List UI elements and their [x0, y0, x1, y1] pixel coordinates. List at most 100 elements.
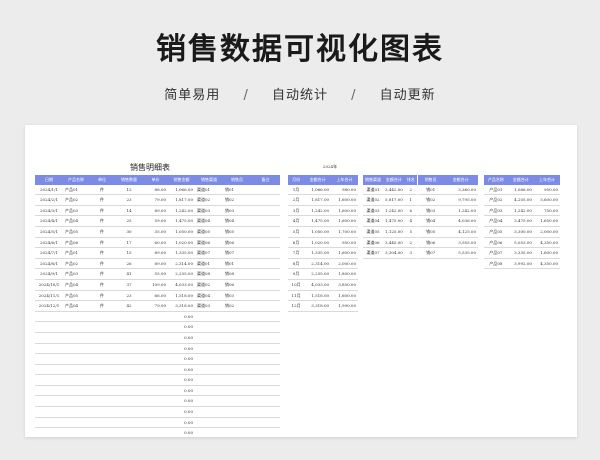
table-cell[interactable]: 2024/10/1 — [35, 279, 63, 291]
table-cell[interactable] — [89, 395, 115, 408]
table-cell[interactable]: 1,066.00 — [507, 184, 534, 196]
table-cell[interactable] — [143, 385, 168, 397]
table-cell[interactable]: 1,335.00 — [168, 247, 195, 259]
table-cell[interactable] — [223, 353, 251, 365]
table-cell[interactable]: 0.00 — [168, 385, 195, 397]
table-cell[interactable] — [89, 427, 115, 437]
table-cell[interactable] — [35, 374, 63, 386]
table-cell[interactable] — [35, 364, 63, 376]
table-cell[interactable] — [143, 311, 168, 323]
table-cell[interactable]: 渠道01 — [363, 184, 383, 196]
table-cell[interactable]: 销07 — [418, 247, 444, 259]
table-cell[interactable]: 3,318.00 — [168, 300, 195, 312]
table-cell[interactable] — [89, 374, 115, 386]
table-cell[interactable] — [63, 374, 89, 386]
table-cell[interactable]: 1,700.00 — [331, 226, 358, 238]
table-cell[interactable]: 1,650.00 — [533, 215, 560, 227]
table-cell[interactable] — [251, 321, 280, 333]
table-cell[interactable]: 渠道05 — [363, 226, 383, 238]
table-cell[interactable]: 59.00 — [143, 215, 168, 227]
table-cell[interactable] — [63, 311, 89, 323]
table-cell[interactable]: 12 — [115, 184, 143, 196]
table-cell[interactable]: 5,600.00 — [533, 194, 560, 206]
table-cell[interactable]: 1,242.00 — [443, 205, 478, 217]
table-cell[interactable] — [89, 321, 115, 333]
table-cell[interactable]: 0.00 — [168, 332, 195, 344]
table-cell[interactable] — [251, 226, 280, 238]
table-cell[interactable] — [115, 406, 143, 418]
table-cell[interactable]: 14 — [115, 205, 143, 217]
table-cell[interactable]: 11月 — [288, 290, 305, 302]
table-cell[interactable] — [115, 321, 143, 333]
table-cell[interactable]: 0.00 — [168, 427, 195, 437]
table-cell[interactable]: 1,475.00 — [383, 215, 405, 227]
table-cell[interactable]: 销06 — [223, 237, 251, 249]
table-cell[interactable]: 产品02 — [63, 258, 89, 270]
table-cell[interactable] — [89, 311, 115, 323]
table-cell[interactable] — [251, 300, 280, 312]
table-cell[interactable]: 销04 — [418, 215, 444, 227]
table-cell[interactable] — [251, 205, 280, 217]
table-cell[interactable] — [223, 374, 251, 386]
table-cell[interactable]: 4 — [404, 215, 417, 227]
table-cell[interactable]: 9,795.00 — [443, 194, 478, 206]
table-cell[interactable] — [89, 332, 115, 344]
table-cell[interactable]: 88.00 — [143, 184, 168, 196]
table-cell[interactable] — [223, 321, 251, 333]
table-cell[interactable]: 0.00 — [168, 417, 195, 429]
table-cell[interactable]: 1,242.00 — [304, 205, 332, 217]
table-cell[interactable] — [63, 353, 89, 365]
table-cell[interactable] — [143, 321, 168, 333]
table-cell[interactable] — [63, 343, 89, 355]
table-cell[interactable]: 2,255.00 — [304, 268, 332, 280]
table-cell[interactable]: 3,850.00 — [331, 279, 358, 291]
table-cell[interactable]: 销06 — [223, 279, 251, 291]
table-cell[interactable]: 产品05 — [63, 226, 89, 238]
table-cell[interactable]: 5,817.00 — [383, 194, 405, 206]
table-cell[interactable]: 渠道01 — [195, 258, 223, 270]
table-cell[interactable]: 3,442.00 — [383, 184, 405, 196]
table-cell[interactable]: 1,600.00 — [331, 215, 358, 227]
table-cell[interactable] — [115, 395, 143, 408]
table-cell[interactable]: 渠道03 — [363, 205, 383, 217]
table-cell[interactable] — [115, 343, 143, 355]
table-cell[interactable] — [143, 364, 168, 376]
table-cell[interactable]: 3,300.00 — [507, 226, 534, 238]
table-cell[interactable] — [35, 385, 63, 397]
table-cell[interactable]: 0.00 — [168, 353, 195, 365]
table-cell[interactable] — [251, 364, 280, 376]
table-cell[interactable] — [115, 374, 143, 386]
table-cell[interactable] — [251, 268, 280, 280]
table-cell[interactable]: 渠道03 — [195, 205, 223, 217]
table-cell[interactable]: 产品08 — [484, 258, 508, 270]
table-cell[interactable]: 销08 — [223, 268, 251, 280]
table-cell[interactable] — [63, 427, 89, 437]
table-cell[interactable]: 销03 — [223, 205, 251, 217]
table-cell[interactable]: 产品03 — [63, 205, 89, 217]
table-cell[interactable]: 1,335.00 — [304, 247, 332, 259]
table-cell[interactable]: 2,255.00 — [168, 268, 195, 280]
table-cell[interactable]: 渠道07 — [195, 247, 223, 259]
table-cell[interactable]: 销02 — [418, 194, 444, 206]
table-cell[interactable]: 1,817.00 — [304, 194, 332, 206]
table-cell[interactable]: 6 — [404, 205, 417, 217]
table-cell[interactable]: 产品06 — [63, 237, 89, 249]
table-cell[interactable]: 1月 — [288, 184, 305, 196]
table-cell[interactable] — [143, 374, 168, 386]
table-cell[interactable]: 渠道01 — [195, 184, 223, 196]
table-cell[interactable] — [35, 343, 63, 355]
table-cell[interactable] — [195, 417, 223, 429]
table-cell[interactable]: 件 — [89, 226, 115, 238]
table-cell[interactable]: 产品01 — [63, 184, 89, 196]
table-cell[interactable]: 109.00 — [143, 279, 168, 291]
table-cell[interactable]: 1,600.00 — [331, 247, 358, 259]
table-cell[interactable] — [195, 374, 223, 386]
table-cell[interactable]: 2,000.00 — [533, 226, 560, 238]
table-cell[interactable]: 1,242.00 — [383, 205, 405, 217]
table-cell[interactable]: 7月 — [288, 247, 305, 259]
table-cell[interactable]: 件 — [89, 247, 115, 259]
table-cell[interactable] — [251, 406, 280, 418]
table-cell[interactable]: 2024/7/1 — [35, 247, 63, 259]
table-cell[interactable]: 4,033.00 — [304, 279, 332, 291]
table-cell[interactable]: 1,600.00 — [533, 247, 560, 259]
